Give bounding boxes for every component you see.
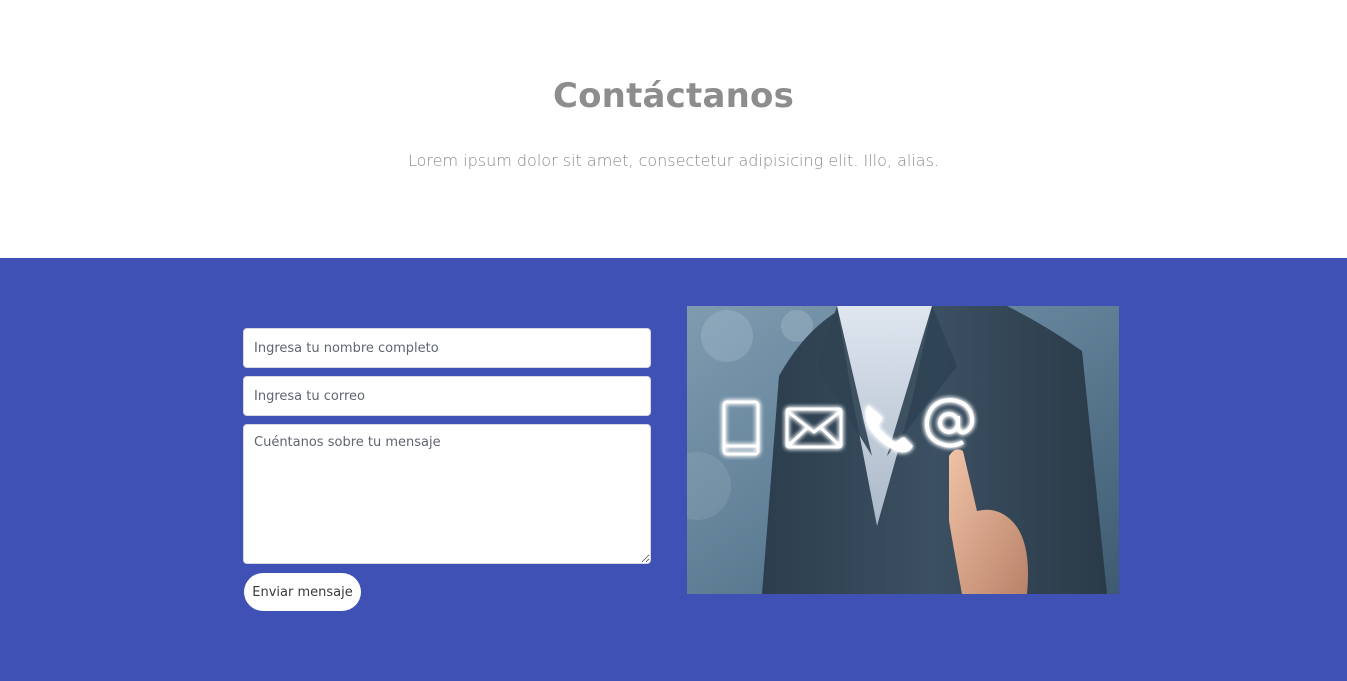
send-message-button[interactable]: Enviar mensaje	[244, 573, 361, 611]
contact-photo	[687, 306, 1119, 594]
message-textarea[interactable]	[243, 424, 651, 564]
contact-header: Contáctanos Lorem ipsum dolor sit amet, …	[0, 0, 1347, 258]
full-name-input[interactable]	[243, 328, 651, 368]
page-subtitle: Lorem ipsum dolor sit amet, consectetur …	[407, 151, 939, 170]
contact-section	[0, 258, 1347, 681]
page-title: Contáctanos	[552, 76, 795, 116]
email-input[interactable]	[243, 376, 651, 416]
